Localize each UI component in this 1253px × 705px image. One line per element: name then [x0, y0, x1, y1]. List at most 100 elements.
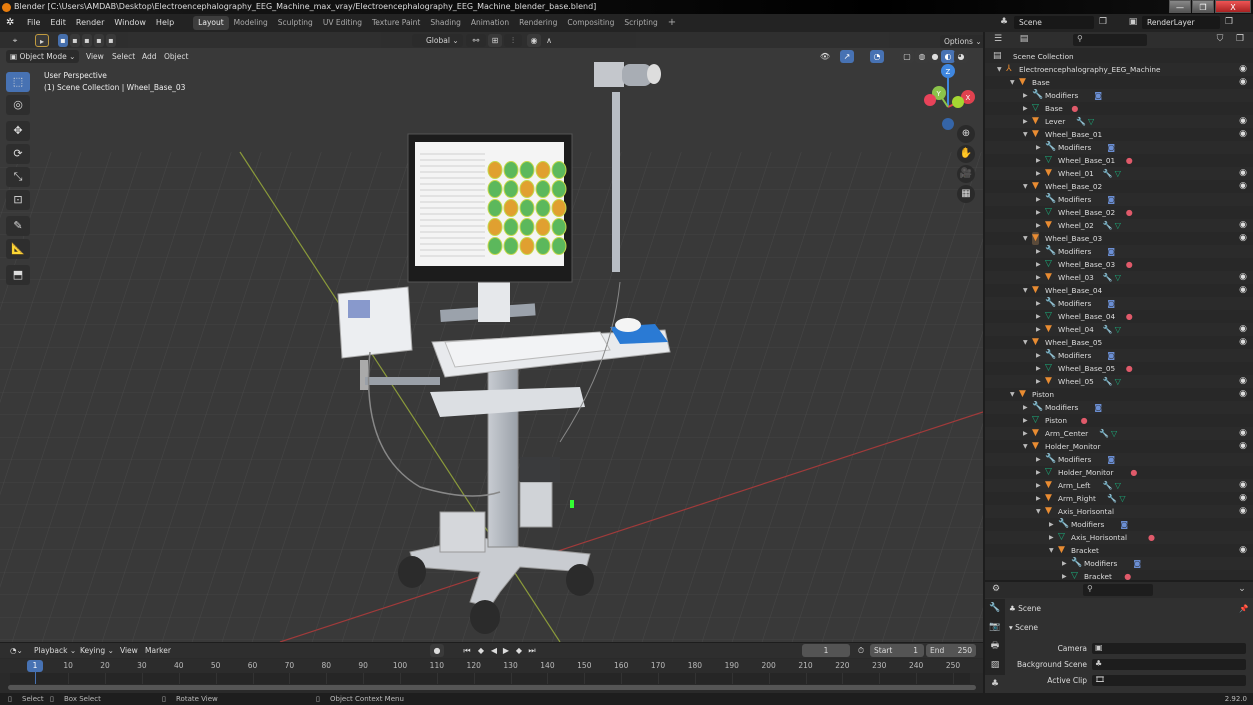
editor-type-icon[interactable]: ⌖	[8, 34, 22, 47]
mesh-data-icon[interactable]: ▽	[1115, 167, 1121, 180]
display-mode-icon[interactable]: ▤	[1017, 33, 1031, 46]
expand-right-icon[interactable]: ▶	[1049, 518, 1054, 531]
menu-playback[interactable]: Playback ⌄	[30, 644, 80, 657]
xray-toggle-icon[interactable]: ▢	[900, 50, 914, 63]
outliner-row[interactable]: ▼ ▼ Wheel_Base_03 ◉	[985, 232, 1253, 245]
expand-right-icon[interactable]: ▶	[1023, 414, 1028, 427]
outliner-row[interactable]: ▼ ⅄ Electroencephalography_EEG_Machine ◉	[985, 63, 1253, 76]
scene-tab-icon[interactable]: ♣	[985, 675, 1005, 694]
expand-right-icon[interactable]: ▶	[1036, 362, 1041, 375]
zoom-view-icon[interactable]: ⊕	[957, 125, 975, 143]
outliner-row[interactable]: ▶ 🔧 Modifiers ◙	[985, 349, 1253, 362]
tool-tab-icon[interactable]: 🔧	[985, 599, 1005, 618]
view-layer-tab-icon[interactable]: ▨	[985, 656, 1005, 675]
modifier-badge-icon[interactable]: ◙	[1107, 297, 1115, 310]
expand-down-icon[interactable]: ▼	[1036, 505, 1041, 518]
cursor-tool-icon[interactable]: ◎	[6, 95, 30, 115]
active-clip-field[interactable]: 🎞	[1092, 675, 1246, 686]
start-frame-field[interactable]: Start 1	[870, 644, 924, 657]
scene-selector[interactable]: Scene	[1014, 16, 1094, 29]
material-icon[interactable]: ●	[1130, 466, 1137, 479]
outliner-row[interactable]: ▶ ▼ Wheel_04 🔧 ▽ ◉	[985, 323, 1253, 336]
modifier-badge-icon[interactable]: ◙	[1107, 349, 1115, 362]
tab-rendering[interactable]: Rendering	[514, 16, 562, 30]
outliner-row[interactable]: ▶ ▼ Arm_Center 🔧 ▽ ◉	[985, 427, 1253, 440]
next-keyframe-icon[interactable]: ◆	[512, 644, 526, 657]
scene-icon[interactable]: ♣	[997, 16, 1011, 29]
outliner-row[interactable]: ▶ ▼ Wheel_02 🔧 ▽ ◉	[985, 219, 1253, 232]
add-workspace-button[interactable]: +	[663, 16, 681, 30]
jump-end-icon[interactable]: ⏭	[525, 644, 539, 657]
visibility-eye-icon[interactable]: ◉	[1239, 323, 1247, 336]
visibility-eye-icon[interactable]: ◉	[1239, 63, 1247, 76]
outliner-row[interactable]: ▶ ▽ Holder_Monitor ●	[985, 466, 1253, 479]
menu-window[interactable]: Window	[109, 14, 151, 32]
visibility-eye-icon[interactable]: ◉	[1239, 76, 1247, 89]
material-icon[interactable]: ●	[1148, 531, 1155, 544]
background-scene-field[interactable]: ♣	[1092, 659, 1246, 670]
pin-icon[interactable]: 📌	[1239, 604, 1248, 613]
menu-render[interactable]: Render	[71, 14, 109, 32]
material-icon[interactable]: ●	[1071, 102, 1078, 115]
mesh-data-icon[interactable]: ▽	[1088, 115, 1094, 128]
options-dropdown[interactable]: Options ⌄	[940, 35, 983, 48]
tab-animation[interactable]: Animation	[466, 16, 514, 30]
mode-dropdown[interactable]: ▣ Object Mode ⌄	[6, 50, 80, 63]
expand-right-icon[interactable]: ▶	[1036, 323, 1041, 336]
visibility-eye-icon[interactable]: ◉	[1239, 440, 1247, 453]
visibility-eye-icon[interactable]: ◉	[1239, 115, 1247, 128]
outliner-row[interactable]: ▶ ▼ Wheel_05 🔧 ▽ ◉	[985, 375, 1253, 388]
select-mode-new-icon[interactable]: ▪	[58, 34, 68, 47]
expand-right-icon[interactable]: ▶	[1023, 115, 1028, 128]
minimize-button[interactable]: —	[1169, 0, 1191, 13]
visibility-eye-icon[interactable]: ◉	[1239, 375, 1247, 388]
outliner-row[interactable]: ▶ 🔧 Modifiers ◙	[985, 401, 1253, 414]
expand-right-icon[interactable]: ▶	[1036, 297, 1041, 310]
expand-down-icon[interactable]: ▼	[1023, 232, 1028, 245]
mesh-data-icon[interactable]: ▽	[1119, 492, 1125, 505]
outliner-row[interactable]: ▶ 🔧 Modifiers ◙	[985, 89, 1253, 102]
expand-right-icon[interactable]: ▶	[1036, 245, 1041, 258]
modifier-badge-icon[interactable]: 🔧	[1103, 323, 1113, 336]
falloff-icon[interactable]: ∧	[542, 34, 556, 47]
expand-right-icon[interactable]: ▶	[1036, 206, 1041, 219]
menu-timeline-view[interactable]: View	[116, 644, 142, 657]
menu-select[interactable]: Select	[108, 50, 139, 63]
properties-search-input[interactable]: ⚲	[1083, 584, 1153, 596]
expand-right-icon[interactable]: ▶	[1036, 141, 1041, 154]
prev-keyframe-icon[interactable]: ◆	[474, 644, 488, 657]
visibility-eye-icon[interactable]: ◉	[1239, 219, 1247, 232]
modifier-badge-icon[interactable]: ◙	[1107, 245, 1115, 258]
move-tool-icon[interactable]: ✥	[6, 121, 30, 141]
visibility-eye-icon[interactable]: ◉	[1239, 180, 1247, 193]
expand-right-icon[interactable]: ▶	[1036, 479, 1041, 492]
outliner-row[interactable]: ▶ ▼ Arm_Right 🔧 ▽ ◉	[985, 492, 1253, 505]
modifier-badge-icon[interactable]: ◙	[1094, 89, 1102, 102]
expand-right-icon[interactable]: ▶	[1036, 349, 1041, 362]
mesh-data-icon[interactable]: ▽	[1115, 479, 1121, 492]
expand-down-icon[interactable]: ▼	[1023, 128, 1028, 141]
tab-modeling[interactable]: Modeling	[229, 16, 273, 30]
outliner-row[interactable]: ▶ ▽ Wheel_Base_04 ●	[985, 310, 1253, 323]
tab-compositing[interactable]: Compositing	[562, 16, 619, 30]
outliner-row[interactable]: ▶ 🔧 Modifiers ◙	[985, 245, 1253, 258]
camera-view-icon[interactable]: 🎥	[957, 165, 975, 183]
filter-icon[interactable]: ⛉	[1213, 33, 1227, 46]
select-mode-subtract-icon[interactable]: ▪	[82, 34, 92, 47]
add-cube-tool-icon[interactable]: ⬒	[6, 265, 30, 285]
expand-right-icon[interactable]: ▶	[1023, 89, 1028, 102]
expand-right-icon[interactable]: ▶	[1023, 427, 1028, 440]
preview-range-icon[interactable]: ⏱	[854, 644, 868, 657]
material-icon[interactable]: ●	[1081, 414, 1088, 427]
expand-right-icon[interactable]: ▶	[1036, 492, 1041, 505]
outliner-row[interactable]: ▶ ▼ Wheel_01 🔧 ▽ ◉	[985, 167, 1253, 180]
visibility-eye-icon[interactable]: ◉	[1239, 128, 1247, 141]
modifier-badge-icon[interactable]: 🔧	[1103, 479, 1113, 492]
menu-edit[interactable]: Edit	[45, 14, 71, 32]
modifier-badge-icon[interactable]: ◙	[1107, 453, 1115, 466]
tab-uv-editing[interactable]: UV Editing	[318, 16, 367, 30]
outliner-row[interactable]: ▼ ▼ Bracket ◉	[985, 544, 1253, 557]
measure-tool-icon[interactable]: 📐	[6, 239, 30, 259]
outliner-row[interactable]: ▶ 🔧 Modifiers ◙	[985, 557, 1253, 570]
outliner-editor-type-icon[interactable]: ☰	[991, 33, 1005, 46]
